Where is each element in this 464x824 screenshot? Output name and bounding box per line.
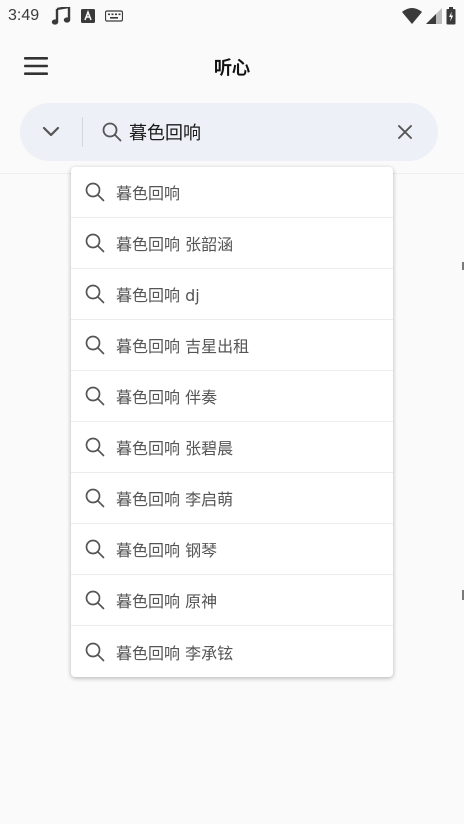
search-type-dropdown-button[interactable] bbox=[20, 103, 82, 161]
suggestion-label: 暮色回响 伴奏 bbox=[116, 388, 218, 407]
search-bar bbox=[20, 103, 438, 161]
music-note-icon bbox=[51, 7, 71, 25]
suggestion-item[interactable]: 暮色回响 李承铉 bbox=[71, 626, 393, 677]
search-icon bbox=[84, 487, 106, 509]
suggestion-item[interactable]: 暮色回响 李启萌 bbox=[71, 473, 393, 524]
suggestion-item[interactable]: 暮色回响 吉星出租 bbox=[71, 320, 393, 371]
suggestion-item[interactable]: 暮色回响 bbox=[71, 167, 393, 218]
status-time: 3:49 bbox=[8, 7, 40, 24]
search-icon bbox=[101, 121, 123, 143]
search-icon bbox=[84, 283, 106, 305]
search-icon bbox=[84, 181, 106, 203]
search-input[interactable] bbox=[129, 117, 380, 147]
suggestion-label: 暮色回响 李启萌 bbox=[116, 490, 234, 509]
suggestion-item[interactable]: 暮色回响 张碧晨 bbox=[71, 422, 393, 473]
status-icons-left bbox=[51, 7, 124, 25]
status-icons-right bbox=[402, 7, 456, 25]
cellular-signal-icon bbox=[426, 8, 442, 24]
search-divider bbox=[82, 117, 83, 147]
search-suggestions-list: 暮色回响 暮色回响 张韶涵 暮色回响 dj 暮色回响 吉星出租 暮色回响 伴奏 … bbox=[71, 167, 393, 677]
suggestion-label: 暮色回响 吉星出租 bbox=[116, 337, 250, 356]
wifi-icon bbox=[402, 8, 422, 24]
suggestion-item[interactable]: 暮色回响 张韶涵 bbox=[71, 218, 393, 269]
search-icon bbox=[84, 334, 106, 356]
suggestion-item[interactable]: 暮色回响 钢琴 bbox=[71, 524, 393, 575]
suggestion-label: 暮色回响 钢琴 bbox=[116, 541, 218, 560]
suggestion-label: 暮色回响 dj bbox=[116, 286, 200, 305]
search-icon bbox=[84, 232, 106, 254]
a-letter-icon bbox=[81, 9, 96, 23]
suggestion-label: 暮色回响 张碧晨 bbox=[116, 439, 234, 458]
suggestion-label: 暮色回响 bbox=[116, 184, 181, 203]
suggestion-label: 暮色回响 李承铉 bbox=[116, 643, 234, 663]
close-icon bbox=[398, 125, 412, 139]
search-icon bbox=[84, 641, 106, 663]
search-icon bbox=[84, 436, 106, 458]
search-icon bbox=[84, 385, 106, 407]
suggestion-label: 暮色回响 原神 bbox=[116, 592, 218, 611]
suggestion-item[interactable]: 暮色回响 原神 bbox=[71, 575, 393, 626]
battery-icon bbox=[446, 7, 456, 25]
suggestion-item[interactable]: 暮色回响 dj bbox=[71, 269, 393, 320]
suggestion-label: 暮色回响 张韶涵 bbox=[116, 235, 234, 254]
clear-search-button[interactable] bbox=[380, 107, 430, 157]
keyboard-icon bbox=[105, 10, 124, 22]
search-icon bbox=[84, 538, 106, 560]
chevron-down-icon bbox=[42, 126, 60, 138]
suggestion-item[interactable]: 暮色回响 伴奏 bbox=[71, 371, 393, 422]
status-bar: 3:49 bbox=[0, 0, 464, 32]
page-title: 听心 bbox=[214, 58, 250, 79]
search-icon bbox=[84, 589, 106, 611]
app-bar: 听心 bbox=[0, 40, 464, 94]
